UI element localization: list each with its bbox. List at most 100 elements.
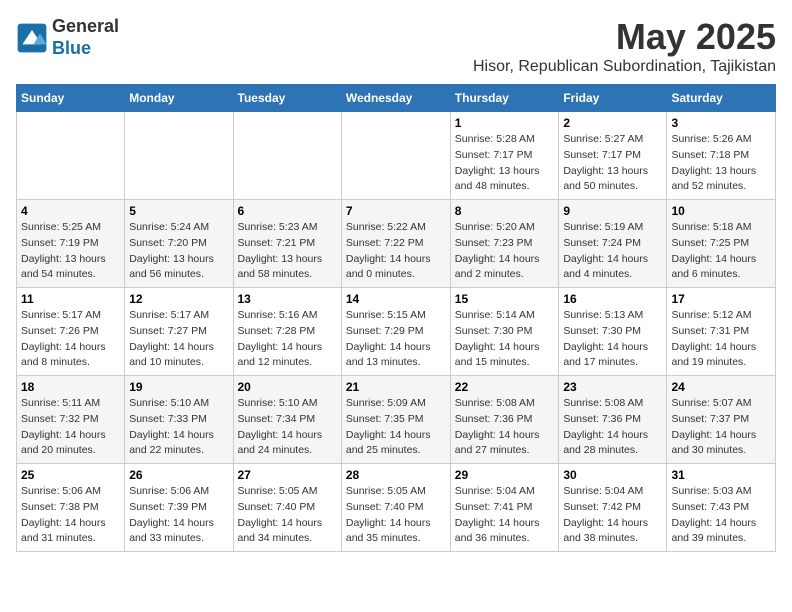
calendar-cell: 7 Sunrise: 5:22 AMSunset: 7:22 PMDayligh…: [341, 200, 450, 288]
day-info: Sunrise: 5:22 AMSunset: 7:22 PMDaylight:…: [346, 221, 431, 280]
day-number: 21: [346, 380, 446, 394]
day-info: Sunrise: 5:05 AMSunset: 7:40 PMDaylight:…: [238, 485, 323, 544]
calendar-cell: 12 Sunrise: 5:17 AMSunset: 7:27 PMDaylig…: [125, 288, 233, 376]
calendar-cell: 16 Sunrise: 5:13 AMSunset: 7:30 PMDaylig…: [559, 288, 667, 376]
day-number: 25: [21, 468, 120, 482]
logo-line1: General: [52, 16, 119, 36]
calendar-week-3: 11 Sunrise: 5:17 AMSunset: 7:26 PMDaylig…: [17, 288, 776, 376]
day-info: Sunrise: 5:07 AMSunset: 7:37 PMDaylight:…: [671, 397, 756, 456]
calendar-cell: 20 Sunrise: 5:10 AMSunset: 7:34 PMDaylig…: [233, 376, 341, 464]
calendar-cell: 17 Sunrise: 5:12 AMSunset: 7:31 PMDaylig…: [667, 288, 776, 376]
calendar-cell: 19 Sunrise: 5:10 AMSunset: 7:33 PMDaylig…: [125, 376, 233, 464]
day-info: Sunrise: 5:24 AMSunset: 7:20 PMDaylight:…: [129, 221, 214, 280]
day-number: 8: [455, 204, 555, 218]
day-number: 20: [238, 380, 337, 394]
day-info: Sunrise: 5:17 AMSunset: 7:26 PMDaylight:…: [21, 309, 106, 368]
day-number: 19: [129, 380, 228, 394]
day-number: 24: [671, 380, 771, 394]
calendar-cell: 3 Sunrise: 5:26 AMSunset: 7:18 PMDayligh…: [667, 112, 776, 200]
calendar-table: SundayMondayTuesdayWednesdayThursdayFrid…: [16, 84, 776, 552]
day-number: 4: [21, 204, 120, 218]
day-number: 18: [21, 380, 120, 394]
day-info: Sunrise: 5:10 AMSunset: 7:33 PMDaylight:…: [129, 397, 214, 456]
calendar-cell: 10 Sunrise: 5:18 AMSunset: 7:25 PMDaylig…: [667, 200, 776, 288]
calendar-week-1: 1 Sunrise: 5:28 AMSunset: 7:17 PMDayligh…: [17, 112, 776, 200]
day-number: 3: [671, 116, 771, 130]
day-number: 5: [129, 204, 228, 218]
day-info: Sunrise: 5:16 AMSunset: 7:28 PMDaylight:…: [238, 309, 323, 368]
subtitle: Hisor, Republican Subordination, Tajikis…: [473, 58, 776, 76]
day-info: Sunrise: 5:04 AMSunset: 7:42 PMDaylight:…: [563, 485, 648, 544]
day-info: Sunrise: 5:28 AMSunset: 7:17 PMDaylight:…: [455, 133, 540, 192]
day-info: Sunrise: 5:20 AMSunset: 7:23 PMDaylight:…: [455, 221, 540, 280]
day-number: 27: [238, 468, 337, 482]
day-number: 1: [455, 116, 555, 130]
day-number: 22: [455, 380, 555, 394]
calendar-cell: 1 Sunrise: 5:28 AMSunset: 7:17 PMDayligh…: [450, 112, 559, 200]
weekday-header-tuesday: Tuesday: [233, 85, 341, 112]
calendar-cell: 8 Sunrise: 5:20 AMSunset: 7:23 PMDayligh…: [450, 200, 559, 288]
calendar-cell: 23 Sunrise: 5:08 AMSunset: 7:36 PMDaylig…: [559, 376, 667, 464]
day-number: 14: [346, 292, 446, 306]
day-number: 15: [455, 292, 555, 306]
day-number: 13: [238, 292, 337, 306]
day-number: 9: [563, 204, 662, 218]
logo-line2: Blue: [52, 38, 91, 58]
day-number: 28: [346, 468, 446, 482]
day-info: Sunrise: 5:10 AMSunset: 7:34 PMDaylight:…: [238, 397, 323, 456]
weekday-header-sunday: Sunday: [17, 85, 125, 112]
calendar-cell: 11 Sunrise: 5:17 AMSunset: 7:26 PMDaylig…: [17, 288, 125, 376]
day-info: Sunrise: 5:27 AMSunset: 7:17 PMDaylight:…: [563, 133, 648, 192]
calendar-cell: 18 Sunrise: 5:11 AMSunset: 7:32 PMDaylig…: [17, 376, 125, 464]
day-info: Sunrise: 5:15 AMSunset: 7:29 PMDaylight:…: [346, 309, 431, 368]
calendar-cell: [233, 112, 341, 200]
calendar-week-4: 18 Sunrise: 5:11 AMSunset: 7:32 PMDaylig…: [17, 376, 776, 464]
calendar-cell: 30 Sunrise: 5:04 AMSunset: 7:42 PMDaylig…: [559, 464, 667, 552]
day-number: 29: [455, 468, 555, 482]
calendar-cell: 5 Sunrise: 5:24 AMSunset: 7:20 PMDayligh…: [125, 200, 233, 288]
calendar-cell: 25 Sunrise: 5:06 AMSunset: 7:38 PMDaylig…: [17, 464, 125, 552]
calendar-cell: 24 Sunrise: 5:07 AMSunset: 7:37 PMDaylig…: [667, 376, 776, 464]
page-header: General Blue May 2025 Hisor, Republican …: [16, 16, 776, 76]
calendar-cell: [341, 112, 450, 200]
day-info: Sunrise: 5:13 AMSunset: 7:30 PMDaylight:…: [563, 309, 648, 368]
day-info: Sunrise: 5:14 AMSunset: 7:30 PMDaylight:…: [455, 309, 540, 368]
calendar-cell: 6 Sunrise: 5:23 AMSunset: 7:21 PMDayligh…: [233, 200, 341, 288]
calendar-cell: 14 Sunrise: 5:15 AMSunset: 7:29 PMDaylig…: [341, 288, 450, 376]
calendar-cell: 15 Sunrise: 5:14 AMSunset: 7:30 PMDaylig…: [450, 288, 559, 376]
weekday-header-saturday: Saturday: [667, 85, 776, 112]
day-number: 7: [346, 204, 446, 218]
title-block: May 2025 Hisor, Republican Subordination…: [473, 16, 776, 76]
day-info: Sunrise: 5:17 AMSunset: 7:27 PMDaylight:…: [129, 309, 214, 368]
day-info: Sunrise: 5:19 AMSunset: 7:24 PMDaylight:…: [563, 221, 648, 280]
weekday-header-monday: Monday: [125, 85, 233, 112]
calendar-cell: 4 Sunrise: 5:25 AMSunset: 7:19 PMDayligh…: [17, 200, 125, 288]
calendar-cell: 9 Sunrise: 5:19 AMSunset: 7:24 PMDayligh…: [559, 200, 667, 288]
calendar-cell: 2 Sunrise: 5:27 AMSunset: 7:17 PMDayligh…: [559, 112, 667, 200]
calendar-cell: 31 Sunrise: 5:03 AMSunset: 7:43 PMDaylig…: [667, 464, 776, 552]
day-info: Sunrise: 5:06 AMSunset: 7:38 PMDaylight:…: [21, 485, 106, 544]
day-number: 16: [563, 292, 662, 306]
main-title: May 2025: [473, 16, 776, 58]
calendar-week-5: 25 Sunrise: 5:06 AMSunset: 7:38 PMDaylig…: [17, 464, 776, 552]
calendar-cell: [17, 112, 125, 200]
day-info: Sunrise: 5:11 AMSunset: 7:32 PMDaylight:…: [21, 397, 106, 456]
weekday-header-row: SundayMondayTuesdayWednesdayThursdayFrid…: [17, 85, 776, 112]
day-info: Sunrise: 5:18 AMSunset: 7:25 PMDaylight:…: [671, 221, 756, 280]
calendar-cell: 22 Sunrise: 5:08 AMSunset: 7:36 PMDaylig…: [450, 376, 559, 464]
calendar-cell: 13 Sunrise: 5:16 AMSunset: 7:28 PMDaylig…: [233, 288, 341, 376]
day-number: 11: [21, 292, 120, 306]
day-info: Sunrise: 5:12 AMSunset: 7:31 PMDaylight:…: [671, 309, 756, 368]
day-info: Sunrise: 5:04 AMSunset: 7:41 PMDaylight:…: [455, 485, 540, 544]
day-number: 17: [671, 292, 771, 306]
day-info: Sunrise: 5:08 AMSunset: 7:36 PMDaylight:…: [563, 397, 648, 456]
day-info: Sunrise: 5:06 AMSunset: 7:39 PMDaylight:…: [129, 485, 214, 544]
calendar-cell: 29 Sunrise: 5:04 AMSunset: 7:41 PMDaylig…: [450, 464, 559, 552]
calendar-cell: 28 Sunrise: 5:05 AMSunset: 7:40 PMDaylig…: [341, 464, 450, 552]
day-number: 12: [129, 292, 228, 306]
logo-text: General Blue: [52, 16, 119, 59]
calendar-cell: 21 Sunrise: 5:09 AMSunset: 7:35 PMDaylig…: [341, 376, 450, 464]
calendar-cell: 26 Sunrise: 5:06 AMSunset: 7:39 PMDaylig…: [125, 464, 233, 552]
day-info: Sunrise: 5:08 AMSunset: 7:36 PMDaylight:…: [455, 397, 540, 456]
day-number: 2: [563, 116, 662, 130]
